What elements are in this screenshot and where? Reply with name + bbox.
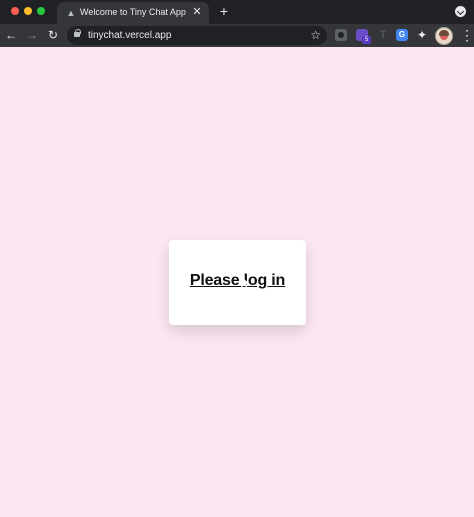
bookmark-star-icon[interactable]: ☆: [310, 28, 321, 42]
page-content: Please log in: [0, 47, 474, 517]
login-link[interactable]: Please log in: [169, 272, 306, 290]
faded-extension-icon[interactable]: T: [377, 29, 389, 41]
url-text[interactable]: tinychat.vercel.app: [88, 30, 171, 41]
tab-search-button[interactable]: [455, 6, 466, 17]
browser-toolbar: ← → ↻ tinychat.vercel.app ☆ 5 T G ✦ ⋮: [0, 24, 474, 47]
back-button[interactable]: ←: [4, 28, 18, 42]
camera-extension-icon[interactable]: [335, 29, 347, 41]
extension-badge: 5: [362, 36, 371, 44]
new-tab-button[interactable]: +: [217, 4, 231, 18]
reload-button[interactable]: ↻: [46, 28, 60, 42]
tab-strip: ▲ Welcome to Tiny Chat App ✕ +: [0, 0, 474, 24]
translate-icon[interactable]: G: [396, 29, 408, 41]
lock-icon[interactable]: [74, 29, 81, 37]
address-bar[interactable]: tinychat.vercel.app ☆: [67, 26, 327, 45]
browser-menu-button[interactable]: ⋮: [460, 27, 474, 43]
tab-title: Welcome to Tiny Chat App: [80, 7, 186, 17]
browser-chrome: ▲ Welcome to Tiny Chat App ✕ + ← → ↻ tin…: [0, 0, 474, 47]
tab-welcome[interactable]: ▲ Welcome to Tiny Chat App ✕: [57, 2, 209, 24]
triangle-icon: ▲: [66, 8, 76, 18]
close-tab-button[interactable]: ✕: [191, 6, 203, 18]
close-window-button[interactable]: [11, 7, 19, 15]
minimize-window-button[interactable]: [24, 7, 32, 15]
forward-button[interactable]: →: [25, 28, 39, 42]
maximize-window-button[interactable]: [37, 7, 45, 15]
puzzle-icon[interactable]: ✦: [416, 29, 428, 41]
login-card: Please log in: [169, 240, 306, 325]
profile-avatar[interactable]: [435, 27, 453, 45]
